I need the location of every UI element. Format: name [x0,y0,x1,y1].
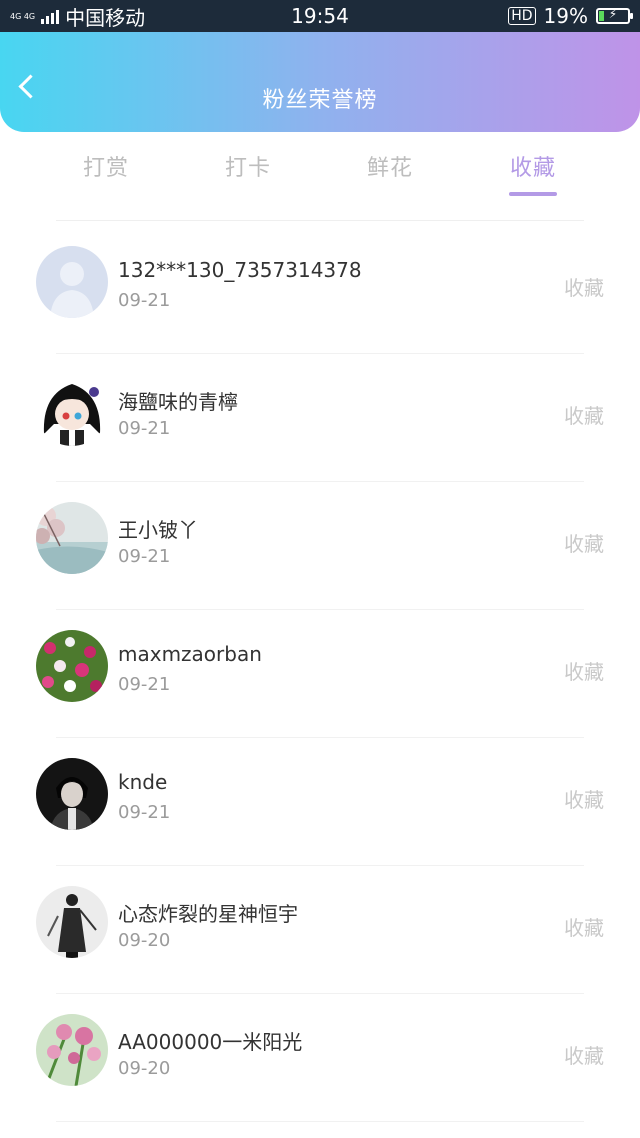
item-date: 09-21 [118,546,171,567]
item-date: 09-21 [118,290,171,311]
tab-label: 收藏 [509,156,556,181]
anime-girl-avatar[interactable] [36,374,108,446]
tab-favorites[interactable]: 收藏 [473,150,593,196]
hd-call-icon: HD [508,7,536,25]
favorite-label: 收藏 [564,404,604,428]
user-name: 心态炸裂的星神恒宇 [118,902,298,926]
tab-reward[interactable]: 打赏 [46,150,166,182]
user-name: 王小铍丫 [118,518,198,542]
status-bar: 4G 4G 中国移动 19:54 HD 19% ⚡ [0,0,640,32]
user-name: knde [118,770,168,794]
battery-percent: 19% [543,4,588,28]
tab-label: 打卡 [224,156,271,181]
dark-portrait-avatar[interactable] [36,758,108,830]
favorite-label: 收藏 [564,1044,604,1068]
user-name: 132***130_7357314378 [118,258,362,282]
tab-checkin[interactable]: 打卡 [188,150,308,182]
signal-icon [41,8,60,24]
list-item[interactable]: 心态炸裂的星神恒宇 09-20 收藏 [0,866,640,994]
favorite-label: 收藏 [564,276,604,300]
user-name: 海鹽味的青檸 [118,390,238,414]
flowers-avatar[interactable] [36,630,108,702]
list-item[interactable]: knde 09-21 收藏 [0,738,640,866]
pink-flowers-avatar[interactable] [36,1014,108,1086]
default-person-avatar[interactable] [36,246,108,318]
tab-bar: 打赏 打卡 鲜花 收藏 [0,150,640,202]
status-left: 4G 4G 中国移动 [10,2,145,31]
page-title: 粉丝荣誉榜 [262,88,378,113]
fan-list: 132***130_7357314378 09-21 收藏 海鹽味的青檸 09-… [0,226,640,1122]
carrier-name: 中国移动 [65,5,146,30]
status-right: HD 19% ⚡ [508,4,633,28]
favorite-label: 收藏 [564,916,604,940]
ink-figure-avatar[interactable] [36,886,108,958]
list-item[interactable]: AA000000一米阳光 09-20 收藏 [0,994,640,1122]
list-item[interactable]: maxmzaorban 09-21 收藏 [0,610,640,738]
tab-label: 打赏 [82,156,129,181]
tab-label: 鲜花 [366,156,413,181]
item-date: 09-21 [118,674,171,695]
page-header: 粉丝荣誉榜 [0,32,640,132]
user-name: AA000000一米阳光 [118,1030,303,1054]
blossom-landscape-avatar[interactable] [36,502,108,574]
charging-icon: ⚡ [608,7,618,21]
tab-flowers[interactable]: 鲜花 [330,150,450,182]
list-item[interactable]: 132***130_7357314378 09-21 收藏 [0,226,640,354]
network-label: 4G 4G [10,11,36,21]
item-date: 09-20 [118,1058,171,1079]
active-tab-indicator [509,192,557,196]
divider [56,220,584,221]
divider [56,1121,584,1122]
item-date: 09-20 [118,930,171,951]
list-item[interactable]: 海鹽味的青檸 09-21 收藏 [0,354,640,482]
favorite-label: 收藏 [564,532,604,556]
item-date: 09-21 [118,802,171,823]
favorite-label: 收藏 [564,660,604,684]
network-type: 4G 4G [10,12,35,21]
battery-icon: ⚡ [596,7,633,24]
item-date: 09-21 [118,418,171,439]
favorite-label: 收藏 [564,788,604,812]
list-item[interactable]: 王小铍丫 09-21 收藏 [0,482,640,610]
user-name: maxmzaorban [118,642,262,666]
